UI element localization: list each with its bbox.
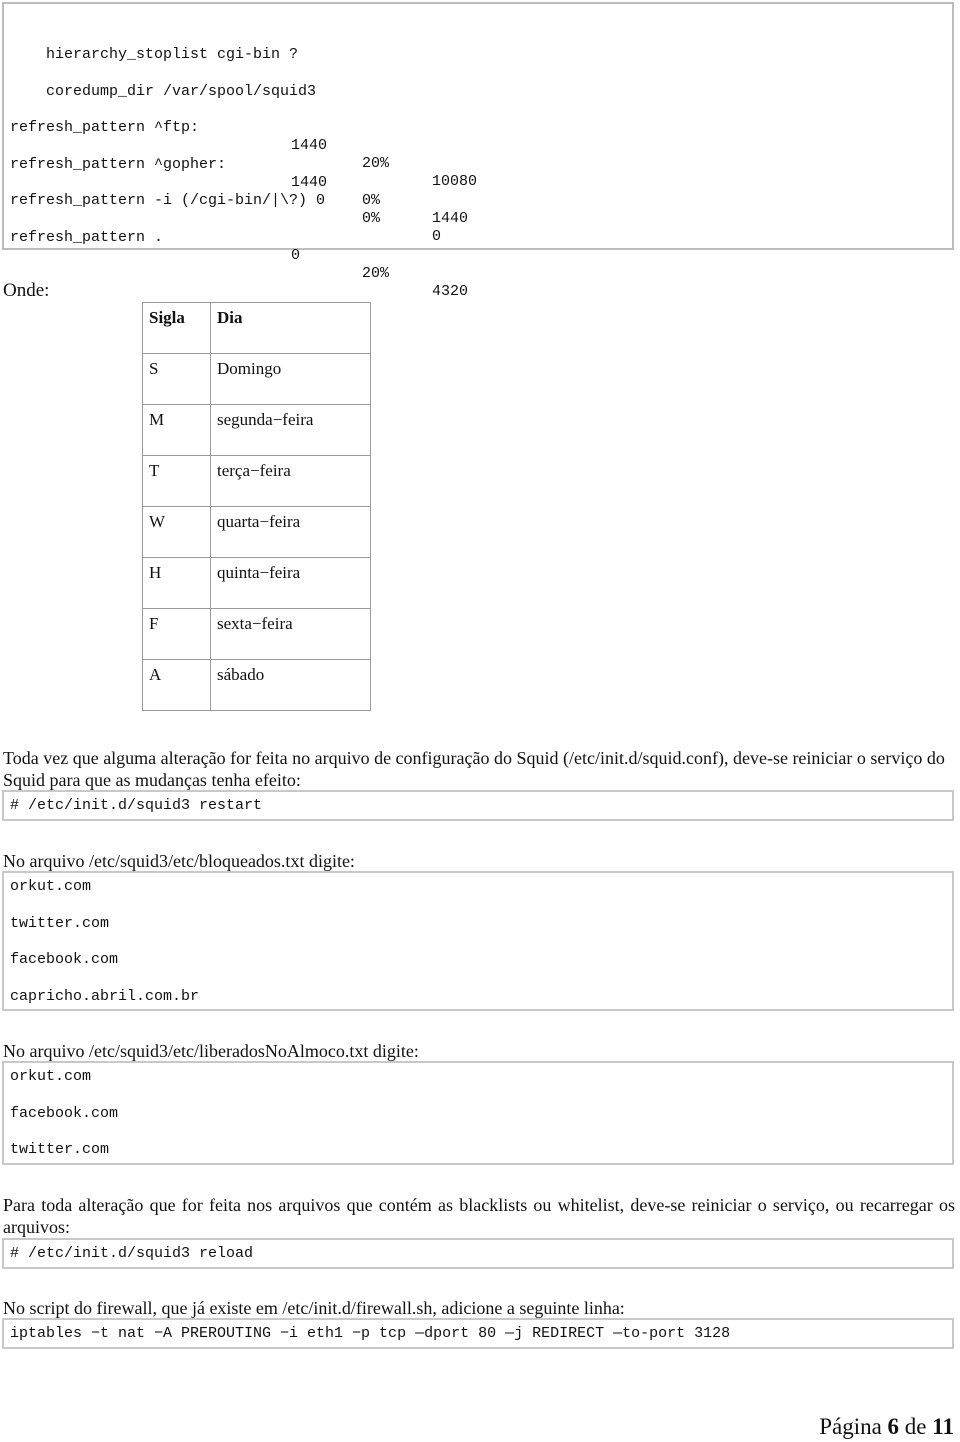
table-header-row: Sigla Dia — [142, 302, 371, 354]
cell-dia: quarta−feira — [210, 506, 371, 558]
blocked-site: facebook.com — [10, 951, 119, 968]
restart-command-block: # /etc/init.d/squid3 restart — [2, 790, 954, 821]
iptables-command-block: iptables −t nat −A PREROUTING −i eth1 −p… — [2, 1318, 954, 1349]
reload-command: # /etc/init.d/squid3 reload — [10, 1245, 254, 1262]
cell-dia: sábado — [210, 659, 371, 711]
cell-dia: segunda−feira — [210, 404, 371, 456]
cell-sigla: S — [142, 353, 211, 405]
config-text: refresh_pattern ^ftp: — [10, 119, 200, 136]
of-word: de — [904, 1414, 927, 1439]
liberados-block: orkut.com facebook.com twitter.com — [2, 1061, 954, 1165]
table-row: M segunda−feira — [142, 404, 371, 456]
days-table: Sigla Dia S Domingo M segunda−feira T te… — [142, 302, 371, 711]
allowed-site: facebook.com — [10, 1105, 119, 1122]
cell-sigla: T — [142, 455, 211, 507]
squid-config-block: hierarchy_stoplist cgi-bin ? coredump_di… — [2, 2, 954, 300]
onde-label: Onde: — [3, 280, 50, 301]
cell-sigla: F — [142, 608, 211, 660]
cell-dia: Domingo — [210, 353, 371, 405]
table-row: W quarta−feira — [142, 506, 371, 558]
config-value: 4320 — [432, 283, 469, 300]
iptables-command: iptables −t nat −A PREROUTING −i eth1 −p… — [10, 1325, 731, 1342]
allowed-site: twitter.com — [10, 1141, 110, 1158]
config-value: 20% — [362, 265, 390, 282]
bloqueados-block: orkut.com twitter.com facebook.com capri… — [2, 871, 954, 1011]
config-text: refresh_pattern -i (/cgi-bin/|\?) 0 — [10, 192, 326, 209]
config-line: refresh_pattern -i (/cgi-bin/|\?) 0 0% 0 — [10, 174, 950, 245]
bloqueados-paragraph: No arquivo /etc/squid3/etc/bloqueados.tx… — [3, 851, 355, 871]
cell-dia: quinta−feira — [210, 557, 371, 609]
page-current: 6 — [887, 1414, 900, 1439]
cell-sigla: M — [142, 404, 211, 456]
table-row: S Domingo — [142, 353, 371, 405]
liberados-paragraph: No arquivo /etc/squid3/etc/liberadosNoAl… — [3, 1041, 419, 1061]
cell-dia: terça−feira — [210, 455, 371, 507]
reload-command-block: # /etc/init.d/squid3 reload — [2, 1238, 954, 1269]
cell-sigla: H — [142, 557, 211, 609]
blocked-site: orkut.com — [10, 878, 92, 895]
table-row: T terça−feira — [142, 455, 371, 507]
config-value: 0 — [432, 228, 442, 245]
config-text: coredump_dir /var/spool/squid3 — [46, 83, 317, 100]
blocked-site: capricho.abril.com.br — [10, 988, 200, 1005]
restart-command: # /etc/init.d/squid3 restart — [10, 797, 263, 814]
config-value: 20% — [362, 155, 390, 172]
header-dia: Dia — [210, 302, 371, 354]
restart-paragraph: Toda vez que alguma alteração for feita … — [3, 748, 945, 790]
allowed-site: orkut.com — [10, 1068, 92, 1085]
config-line: refresh_pattern ^ftp: 1440 20% 10080 — [10, 101, 950, 190]
config-value: 0 — [291, 247, 301, 264]
firewall-paragraph: No script do firewall, que já existe em … — [3, 1298, 625, 1318]
config-line: refresh_pattern . 0 20% 4320 — [10, 211, 950, 300]
page-word: Página — [819, 1414, 882, 1439]
page-total: 11 — [932, 1414, 954, 1439]
config-line: refresh_pattern ^gopher: 1440 0% 1440 — [10, 138, 950, 227]
config-text: refresh_pattern . — [10, 229, 164, 246]
config-text: refresh_pattern ^gopher: — [10, 156, 227, 173]
header-sigla: Sigla — [142, 302, 211, 354]
config-value: 0% — [362, 192, 381, 209]
table-row: F sexta−feira — [142, 608, 371, 660]
config-text: hierarchy_stoplist cgi-bin ? — [46, 46, 299, 63]
table-row: H quinta−feira — [142, 557, 371, 609]
blocked-site: twitter.com — [10, 915, 110, 932]
table-row: A sábado — [142, 659, 371, 711]
cell-sigla: W — [142, 506, 211, 558]
reload-paragraph: Para toda alteração que for feita nos ar… — [3, 1195, 955, 1237]
cell-sigla: A — [142, 659, 211, 711]
cell-dia: sexta−feira — [210, 608, 371, 660]
page-number: Página 6 de 11 — [819, 1414, 954, 1440]
